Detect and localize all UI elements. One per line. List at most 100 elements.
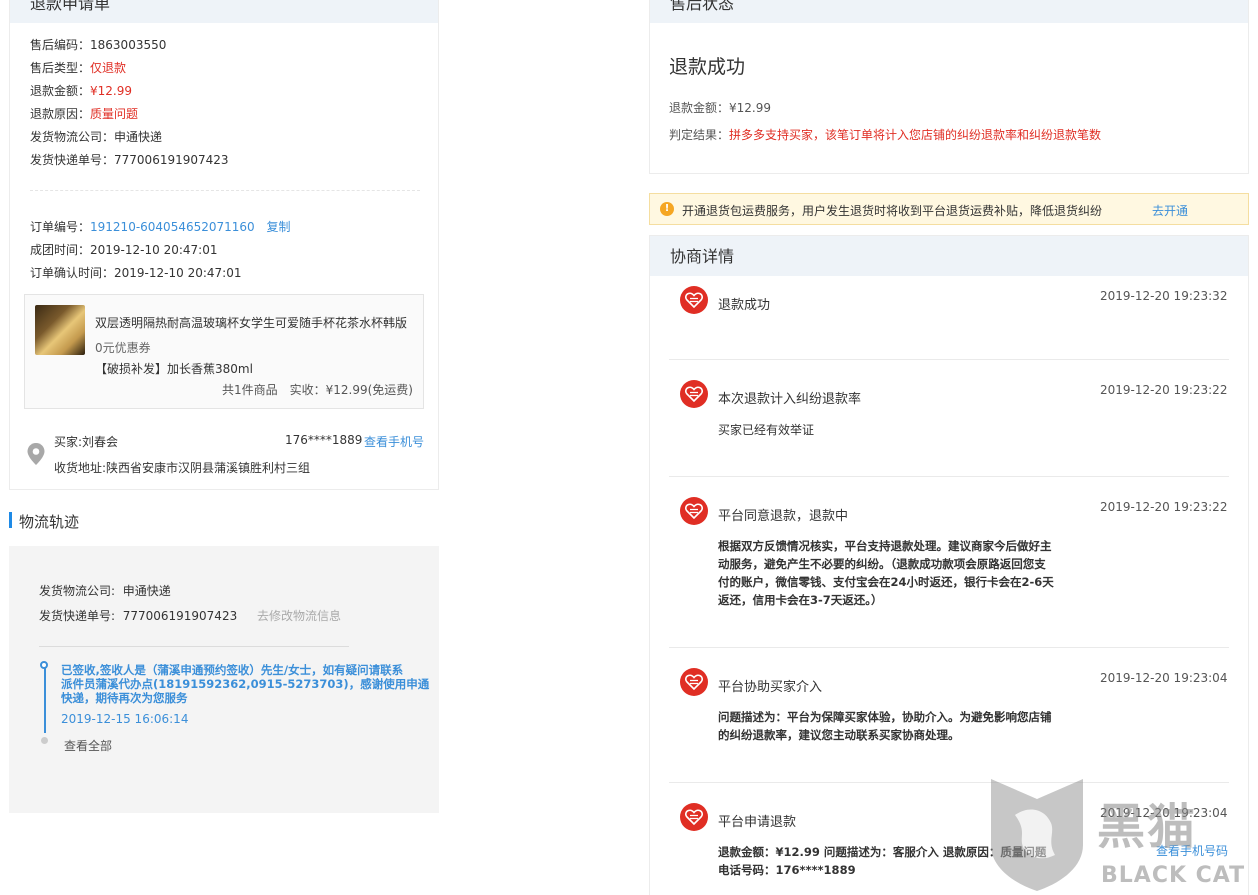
logistics-courier-value: 申通快递 — [122, 584, 171, 598]
refund-reason-row: 退款原因：质量问题 — [30, 105, 138, 122]
refund-amount-label: 退款金额： — [30, 84, 91, 98]
refund-reason-label: 退款原因： — [30, 107, 91, 121]
verdict-label: 判定结果： — [669, 128, 730, 142]
logistics-tracking-row: 发货快递单号: 777006191907423 去修改物流信息 — [39, 607, 341, 624]
shipping-address: 收货地址:陕西省安康市汉阴县蒲溪镇胜利村三组 — [54, 461, 311, 475]
aftersale-type-row: 售后类型：仅退款 — [30, 59, 126, 76]
buyer-row: 买家:刘春会 — [54, 433, 118, 450]
aftersale-code-label: 售后编码： — [30, 38, 91, 52]
aftersale-type-value: 仅退款 — [90, 61, 127, 75]
buyer-name: 刘春会 — [82, 435, 119, 449]
buyer-phone: 176****1889 — [285, 433, 363, 447]
platform-avatar-icon — [680, 497, 708, 525]
copy-button[interactable]: 复制 — [267, 220, 291, 234]
group-time-row: 成团时间：2019-12-10 20:47:01 — [30, 241, 217, 258]
logistics-divider — [39, 646, 349, 647]
product-summary: 共1件商品 实收：¥12.99(免运费) — [222, 383, 413, 397]
aftersale-status-title: 售后状态 — [650, 0, 1248, 23]
warning-icon: ! — [660, 202, 674, 216]
watermark-en-text: BLACK CAT — [1101, 863, 1246, 888]
black-cat-watermark: 黑猫 BLACK CAT — [985, 775, 1258, 895]
platform-avatar-icon — [680, 380, 708, 408]
negotiation-divider — [669, 476, 1229, 477]
product-name[interactable]: 双层透明隔热耐高温玻璃杯女学生可爱随手杯花茶水杯韩版 — [95, 314, 407, 331]
logistics-courier-row: 发货物流公司: 申通快递 — [39, 582, 171, 599]
view-phone-link[interactable]: 查看手机号 — [364, 433, 424, 450]
logistics-event-line1: 已签收,签收人是（蒲溪申通预约签收）先生/女士，如有疑问请联系 — [61, 663, 404, 677]
product-card: 双层透明隔热耐高温玻璃杯女学生可爱随手杯花茶水杯韩版 0元优惠券 【破损补发】加… — [24, 294, 424, 409]
negotiation-item-detail: 根据双方反馈情况核实，平台支持退款处理。建议商家今后做好主 — [718, 539, 1052, 553]
negotiation-item-title: 平台申请退款 — [718, 815, 797, 830]
aftersale-code-row: 售后编码：1863003550 — [30, 36, 166, 53]
aftersale-code-value: 1863003550 — [90, 38, 167, 52]
aftersale-type-label: 售后类型： — [30, 61, 91, 75]
negotiation-item-title: 平台协助买家介入 — [718, 680, 823, 695]
negotiation-item-time: 2019-12-20 19:23:22 — [1100, 383, 1228, 397]
negotiation-item-title: 退款成功 — [718, 298, 771, 313]
courier-value: 申通快递 — [114, 130, 163, 144]
negotiation-item-time: 2019-12-20 19:23:04 — [1100, 671, 1228, 685]
location-pin-icon — [27, 443, 45, 465]
black-cat-logo-icon — [991, 779, 1083, 891]
negotiation-item-detail: 问题描述为：平台为保障买家体验，协助介入。为避免影响您店铺 — [718, 710, 1052, 724]
refund-amount-row: 退款金额：¥12.99 — [30, 82, 132, 99]
group-time-value: 2019-12-10 20:47:01 — [90, 243, 218, 257]
order-no-link[interactable]: 191210-604054652071160 — [90, 220, 255, 234]
timeline-dot-inactive — [41, 737, 48, 744]
platform-avatar-icon — [680, 803, 708, 831]
verdict-row: 判定结果：拼多多支持买家，该笔订单将计入您店铺的纠纷退款率和纠纷退款笔数 — [669, 126, 1101, 143]
logistics-event-time: 2019-12-15 16:06:14 — [61, 712, 189, 726]
modify-logistics-link[interactable]: 去修改物流信息 — [257, 609, 341, 623]
negotiation-item-detail: 电话号码：176****1889 — [718, 863, 856, 877]
courier-row: 发货物流公司：申通快递 — [30, 128, 162, 145]
refund-reason-value: 质量问题 — [90, 107, 139, 121]
order-no-row: 订单编号：191210-604054652071160 复制 — [30, 218, 291, 235]
order-no-label: 订单编号： — [30, 220, 91, 234]
return-shipping-notice: ! 开通退货包运费服务，用户发生退货时将收到平台退货运费补贴，降低退货纠纷 去开… — [649, 193, 1249, 225]
product-coupon: 0元优惠券 — [95, 341, 151, 355]
logistics-section-bar — [9, 512, 12, 528]
negotiation-item-time: 2019-12-20 19:23:22 — [1100, 500, 1228, 514]
negotiation-item-time: 2019-12-20 19:23:32 — [1100, 289, 1228, 303]
negotiation-item-detail: 动服务，避免产生不必要的纠纷。（退款成功款项会原路返回您支 — [718, 557, 1046, 571]
status-amount-label: 退款金额： — [669, 101, 730, 115]
confirm-time-row: 订单确认时间：2019-12-10 20:47:01 — [30, 264, 241, 281]
confirm-time-value: 2019-12-10 20:47:01 — [114, 266, 242, 280]
verdict-text: 拼多多支持买家，该笔订单将计入您店铺的纠纷退款率和纠纷退款笔数 — [729, 128, 1102, 142]
logistics-event-line3: 快递，期待再次为您服务 — [61, 691, 188, 705]
refund-amount-value: ¥12.99 — [90, 84, 133, 98]
aftersale-status-panel: 售后状态 — [649, 0, 1249, 174]
logistics-tracking-label: 发货快递单号: — [39, 609, 116, 623]
negotiation-item-detail: 的纠纷退款率，建议您主动联系买家协商处理。 — [718, 728, 960, 742]
status-amount-row: 退款金额：¥12.99 — [669, 99, 771, 116]
activate-link[interactable]: 去开通 — [1152, 202, 1188, 219]
negotiation-item-detail: 返还，信用卡会在3-7天返还。） — [718, 593, 883, 607]
negotiation-item-title: 本次退款计入纠纷退款率 — [718, 392, 862, 407]
negotiation-item-detail: 付的账户，微信零钱、支付宝会在24小时返还，银行卡会在2-6天 — [718, 575, 1054, 589]
logistics-title: 物流轨迹 — [19, 513, 80, 531]
group-time-label: 成团时间： — [30, 243, 91, 257]
refund-status-text: 退款成功 — [669, 56, 746, 78]
courier-label: 发货物流公司： — [30, 130, 115, 144]
negotiation-item-title: 平台同意退款，退款中 — [718, 509, 849, 524]
product-thumbnail[interactable] — [35, 305, 85, 355]
logistics-tracking-value: 777006191907423 — [122, 609, 238, 623]
timeline-dot-active — [40, 661, 48, 669]
buyer-label: 买家: — [54, 435, 83, 449]
watermark-cn-text: 黑猫 — [1097, 799, 1198, 855]
tracking-value: 777006191907423 — [114, 153, 229, 167]
platform-avatar-icon — [680, 668, 708, 696]
negotiation-divider — [669, 647, 1229, 648]
notice-text: 开通退货包运费服务，用户发生退货时将收到平台退货运费补贴，降低退货纠纷 — [682, 204, 1103, 218]
view-all-logistics-link[interactable]: 查看全部 — [64, 737, 112, 754]
confirm-time-label: 订单确认时间： — [30, 266, 115, 280]
tracking-row: 发货快递单号：777006191907423 — [30, 151, 229, 168]
form-divider — [30, 190, 420, 191]
status-amount-value: ¥12.99 — [729, 101, 772, 115]
platform-avatar-icon — [680, 286, 708, 314]
refund-form-title: 退款申请单 — [10, 0, 438, 23]
product-spec: 【破损补发】加长香蕉380ml — [95, 362, 253, 376]
negotiation-title: 协商详情 — [650, 236, 1248, 276]
negotiation-item-detail: 买家已经有效举证 — [718, 423, 815, 437]
negotiation-divider — [669, 359, 1229, 360]
